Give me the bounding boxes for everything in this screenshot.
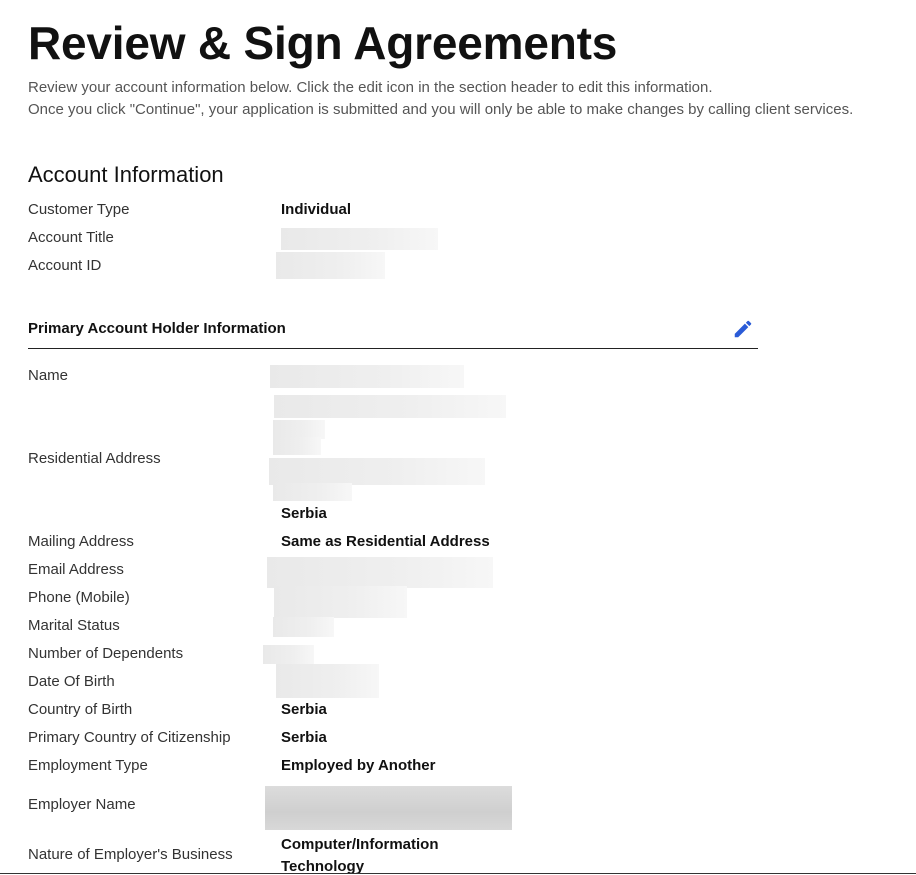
residential-address-line-4-redacted bbox=[269, 458, 485, 485]
residential-address-line-3-redacted bbox=[273, 437, 321, 455]
customer-type-value: Individual bbox=[281, 201, 352, 218]
employer-name-label: Employer Name bbox=[28, 796, 136, 813]
name-label: Name bbox=[28, 367, 69, 384]
marital-status-redacted bbox=[273, 617, 334, 637]
nature-of-business-label: Nature of Employer's Business bbox=[28, 846, 233, 863]
account-title-redacted bbox=[281, 228, 438, 250]
primary-citizenship-label: Primary Country of Citizenship bbox=[28, 729, 231, 746]
country-of-birth-value: Serbia bbox=[281, 701, 327, 718]
subsection-divider bbox=[28, 348, 758, 349]
phone-mobile-label: Phone (Mobile) bbox=[28, 589, 130, 606]
number-of-dependents-redacted bbox=[263, 645, 314, 664]
account-title-label: Account Title bbox=[28, 229, 114, 246]
employment-type-value: Employed by Another bbox=[281, 757, 436, 774]
page-title: Review & Sign Agreements bbox=[28, 17, 618, 69]
primary-citizenship-value: Serbia bbox=[281, 729, 327, 746]
edit-primary-holder-button[interactable] bbox=[732, 318, 754, 340]
marital-status-label: Marital Status bbox=[28, 617, 120, 634]
mailing-address-label: Mailing Address bbox=[28, 533, 134, 550]
intro-text-line-1: Review your account information below. C… bbox=[28, 79, 713, 96]
account-id-label: Account ID bbox=[28, 257, 102, 274]
mailing-address-value: Same as Residential Address bbox=[281, 533, 490, 550]
employer-name-redacted bbox=[265, 786, 512, 830]
intro-text-line-2: Once you click "Continue", your applicat… bbox=[28, 101, 854, 118]
date-of-birth-redacted bbox=[276, 664, 379, 698]
primary-account-holder-title: Primary Account Holder Information bbox=[28, 320, 286, 337]
residential-address-line-5-redacted bbox=[273, 483, 352, 501]
country-of-birth-label: Country of Birth bbox=[28, 701, 133, 718]
review-sign-agreements-page: Review & Sign Agreements Review your acc… bbox=[0, 0, 916, 875]
bottom-divider bbox=[0, 873, 916, 874]
pencil-icon bbox=[734, 320, 752, 338]
date-of-birth-label: Date Of Birth bbox=[28, 673, 115, 690]
residential-address-line-1-redacted bbox=[274, 395, 506, 418]
email-address-redacted bbox=[267, 557, 493, 588]
number-of-dependents-label: Number of Dependents bbox=[28, 645, 184, 662]
nature-of-business-value-line-1: Computer/Information bbox=[281, 836, 439, 853]
account-information-heading: Account Information bbox=[28, 162, 224, 187]
employment-type-label: Employment Type bbox=[28, 757, 148, 774]
residential-address-label: Residential Address bbox=[28, 450, 161, 467]
customer-type-label: Customer Type bbox=[28, 201, 130, 218]
name-redacted bbox=[270, 365, 464, 388]
phone-mobile-redacted bbox=[274, 586, 407, 618]
residential-address-country: Serbia bbox=[281, 505, 327, 522]
nature-of-business-value: Computer/Information Technology bbox=[281, 834, 439, 875]
email-address-label: Email Address bbox=[28, 561, 124, 578]
account-id-redacted bbox=[276, 252, 385, 279]
